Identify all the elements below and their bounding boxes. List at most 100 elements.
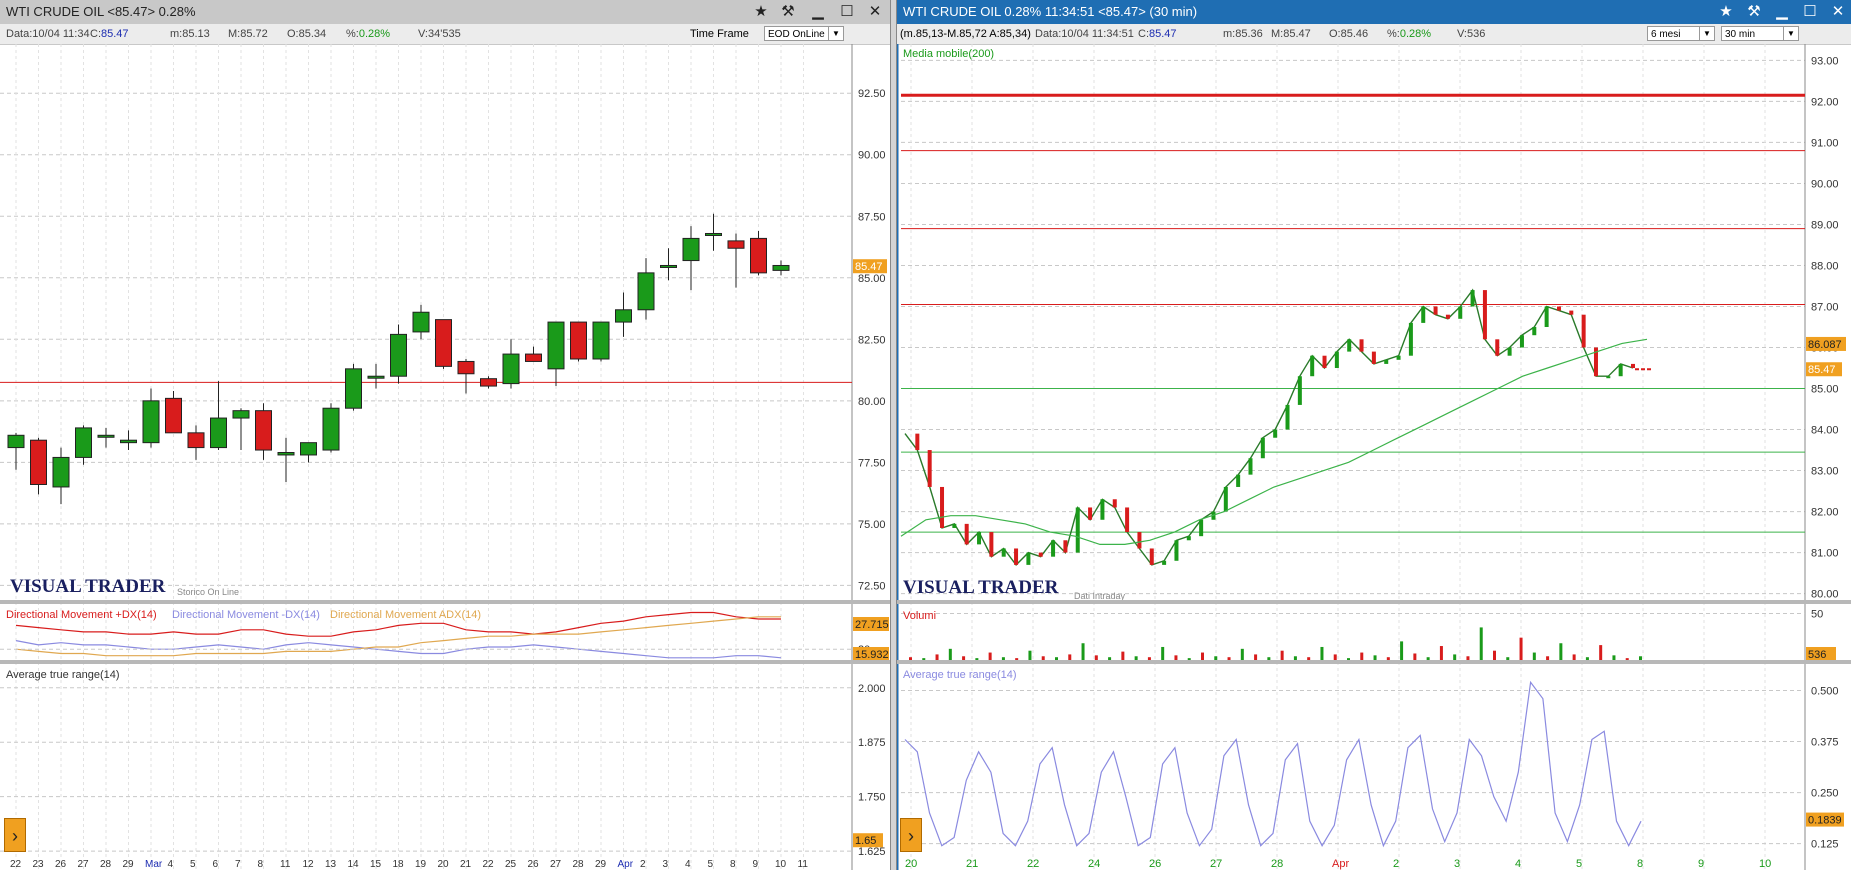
price-bar [1458, 306, 1463, 319]
x-tick-label: 22 [10, 859, 22, 870]
volume-bar [1187, 658, 1191, 660]
maximize-button[interactable]: ☐ [1797, 0, 1823, 24]
chart-nav-button[interactable]: › [900, 818, 922, 852]
candle-body [210, 417, 227, 449]
brand-subtitle: Dati Intraday [1074, 591, 1126, 601]
volume-bar [1413, 653, 1417, 660]
tools-icon[interactable]: ⚒ [775, 0, 801, 24]
period-select[interactable]: 6 mesi ▼ [1647, 26, 1715, 41]
close-button[interactable]: ✕ [862, 0, 888, 24]
timeframe-select[interactable]: EOD OnLine ▼ [764, 26, 844, 41]
candle-body [480, 378, 497, 387]
x-tick-label: 21 [460, 859, 472, 870]
volume-bar [1546, 656, 1550, 660]
intraday-chart-area[interactable]: 93.0092.0091.0090.0089.0088.0087.0086.00… [897, 44, 1851, 870]
candle-body [52, 456, 70, 488]
volume-bar [1493, 650, 1496, 660]
brand-logo: VISUAL TRADER [903, 577, 1059, 598]
x-tick-label: 12 [303, 859, 315, 870]
x-tick-label: 9 [1698, 858, 1704, 870]
price-bar [1631, 363, 1635, 369]
y-tick-label: 91.00 [1811, 137, 1839, 149]
price-bar [1445, 314, 1450, 319]
price-bar [1618, 363, 1623, 377]
volume-bar [1028, 650, 1032, 660]
price-bar [1433, 306, 1438, 315]
dm-tag-top: 27.715 [855, 619, 889, 631]
x-tick-label: 26 [55, 859, 67, 870]
chart-nav-button[interactable]: › [4, 818, 26, 852]
price-bar [1112, 499, 1117, 508]
price-bar [1371, 351, 1376, 364]
tools-icon[interactable]: ⚒ [1741, 0, 1767, 24]
x-tick-label: 27 [78, 859, 90, 870]
price-bar [952, 523, 957, 528]
price-bar [1495, 339, 1500, 356]
x-tick-label: 4 [1515, 858, 1521, 870]
star-icon[interactable]: ★ [1713, 0, 1739, 24]
candle-body [277, 452, 295, 456]
eod-chart-window[interactable]: WTI CRUDE OIL <85.47> 0.28% ★ ⚒ ▁ ☐ ✕ Da… [0, 0, 891, 870]
volume-tag: 536 [1808, 649, 1826, 661]
x-tick-label: 20 [438, 859, 450, 870]
info-volume: V:536 [1457, 28, 1486, 40]
volume-bar [1479, 627, 1483, 660]
eod-chart-area[interactable]: 92.50 90.00 87.50 85.00 82.50 80.00 77.50 75.00… [0, 44, 890, 870]
candle-body [435, 319, 452, 367]
volume-bar [1333, 654, 1337, 660]
info-close: C:85.47 [90, 28, 129, 40]
y-tick-label: 87.00 [1811, 301, 1839, 313]
price-bar [1569, 310, 1574, 315]
price-bar [1137, 532, 1142, 549]
volume-bar [1214, 656, 1218, 660]
volume-bar [1347, 658, 1350, 660]
volume-bar [1559, 643, 1563, 660]
x-tick-label: Apr [1332, 858, 1349, 870]
price-bar [1186, 536, 1191, 541]
candle-body [97, 434, 115, 438]
x-tick-label: 29 [123, 859, 135, 870]
price-bar [1519, 335, 1524, 348]
atr-y-tick: 1.750 [858, 792, 886, 804]
candle-body [142, 400, 160, 444]
volume-bar [1599, 645, 1603, 660]
star-icon[interactable]: ★ [748, 0, 774, 24]
x-tick-label: 14 [348, 859, 360, 870]
maximize-button[interactable]: ☐ [834, 0, 860, 24]
volume-bar [1293, 656, 1297, 660]
price-bar [1162, 560, 1167, 565]
ma-tag: 86.087 [1808, 339, 1842, 351]
volume-bar [1254, 654, 1258, 660]
minimize-button[interactable]: ▁ [805, 0, 831, 24]
timeframe-label: Time Frame [690, 28, 749, 40]
dm-adx-label: Directional Movement ADX(14) [330, 609, 481, 621]
window-title-right: WTI CRUDE OIL 0.28% 11:34:51 <85.47> (30… [903, 4, 1198, 19]
volume-bar [1201, 652, 1204, 660]
volume-bar [922, 658, 926, 660]
x-tick-label: Mar [145, 859, 163, 870]
titlebar-left[interactable]: WTI CRUDE OIL <85.47> 0.28% ★ ⚒ ▁ ☐ ✕ [0, 0, 890, 24]
volume-bar [975, 658, 979, 660]
x-tick-label: 5 [1576, 858, 1582, 870]
price-bar [1544, 306, 1549, 327]
dm-minus-label: Directional Movement -DX(14) [172, 609, 320, 621]
close-button[interactable]: ✕ [1825, 0, 1851, 24]
candle-body [705, 232, 722, 236]
minimize-button[interactable]: ▁ [1769, 0, 1795, 24]
y-tick-label: 89.00 [1811, 219, 1839, 231]
volume-bar [1134, 656, 1138, 660]
x-tick-label: 3 [1454, 858, 1460, 870]
titlebar-right[interactable]: WTI CRUDE OIL 0.28% 11:34:51 <85.47> (30… [897, 0, 1851, 24]
intraday-chart-window[interactable]: WTI CRUDE OIL 0.28% 11:34:51 <85.47> (30… [896, 0, 1851, 870]
x-tick-label: 13 [325, 859, 337, 870]
price-bar [1408, 322, 1413, 356]
price-bar [1088, 507, 1093, 520]
candle-body [750, 237, 767, 274]
x-tick-label: 23 [33, 859, 45, 870]
price-bar [1285, 404, 1290, 430]
volume-bar [1240, 648, 1244, 660]
price-bar [1273, 429, 1278, 438]
interval-select[interactable]: 30 min ▼ [1721, 26, 1799, 41]
price-bar [977, 532, 982, 545]
volume-bar [1585, 657, 1589, 660]
